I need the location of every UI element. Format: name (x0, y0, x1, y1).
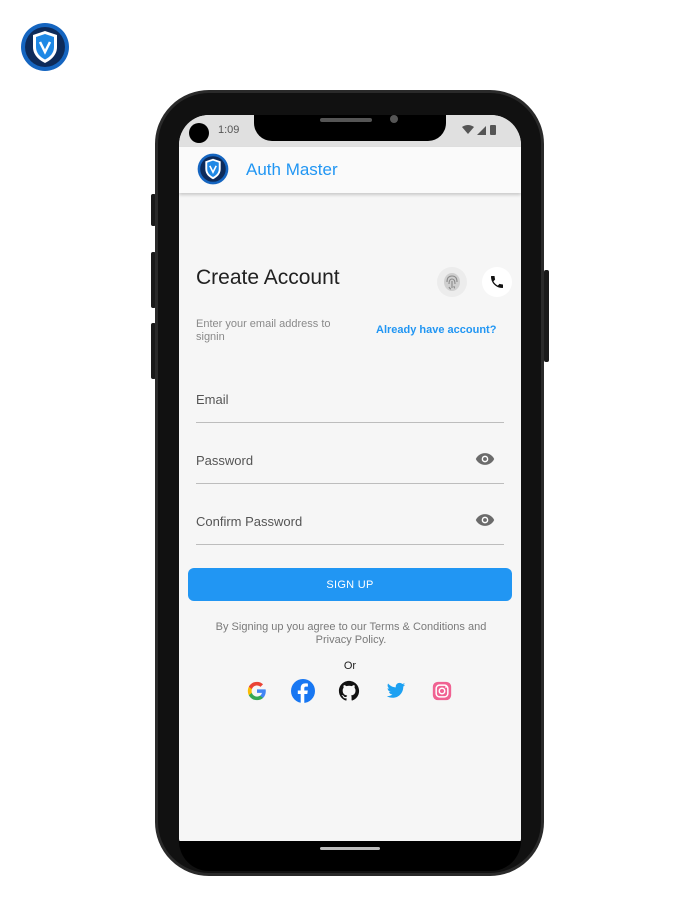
fingerprint-icon (444, 273, 460, 291)
subtitle: Enter your email address to signin (196, 318, 331, 343)
app-logo-icon (197, 153, 229, 185)
status-time: 1:09 (218, 124, 240, 136)
phone-screen: 1:09 Auth Master Create Account Enter yo… (179, 115, 521, 843)
confirm-password-field-container (196, 503, 504, 545)
already-have-account-link[interactable]: Already have account? (376, 324, 496, 336)
twitter-icon (386, 682, 406, 698)
front-camera (390, 115, 398, 123)
or-divider-label: Or (343, 660, 357, 672)
instagram-icon (432, 681, 452, 701)
wifi-icon (462, 125, 474, 134)
terms-text: By Signing up you agree to our Terms & C… (215, 621, 487, 646)
signal-icon (477, 126, 486, 135)
phone-bottom-bezel (179, 841, 521, 871)
fingerprint-button[interactable] (437, 267, 467, 297)
confirm-password-field[interactable] (196, 511, 466, 531)
battery-icon (490, 125, 496, 135)
email-field[interactable] (196, 389, 466, 409)
github-icon (338, 680, 360, 701)
twitter-button[interactable] (383, 678, 409, 704)
power-button (544, 270, 549, 362)
password-field-container (196, 442, 504, 484)
app-title: Auth Master (246, 160, 338, 179)
app-bar: Auth Master (179, 147, 521, 193)
sign-up-button[interactable]: SIGN UP (188, 568, 512, 601)
github-button[interactable] (336, 678, 362, 704)
brand-logo-icon (21, 23, 69, 71)
google-button[interactable] (244, 678, 270, 704)
phone-auth-button[interactable] (482, 267, 512, 297)
password-field[interactable] (196, 450, 466, 470)
eye-icon[interactable] (475, 452, 495, 466)
facebook-icon (291, 679, 315, 703)
email-field-container (196, 381, 504, 423)
google-icon (247, 681, 266, 701)
camera-hole (189, 123, 209, 143)
page-title: Create Account (196, 266, 340, 289)
instagram-button[interactable] (429, 678, 455, 704)
speaker-grill (320, 118, 372, 122)
status-icons (462, 125, 496, 135)
facebook-button[interactable] (290, 678, 316, 704)
phone-icon (491, 276, 503, 288)
eye-icon[interactable] (475, 513, 495, 527)
home-indicator[interactable] (320, 847, 380, 850)
phone-notch (254, 115, 446, 141)
status-bar: 1:09 (179, 115, 521, 147)
